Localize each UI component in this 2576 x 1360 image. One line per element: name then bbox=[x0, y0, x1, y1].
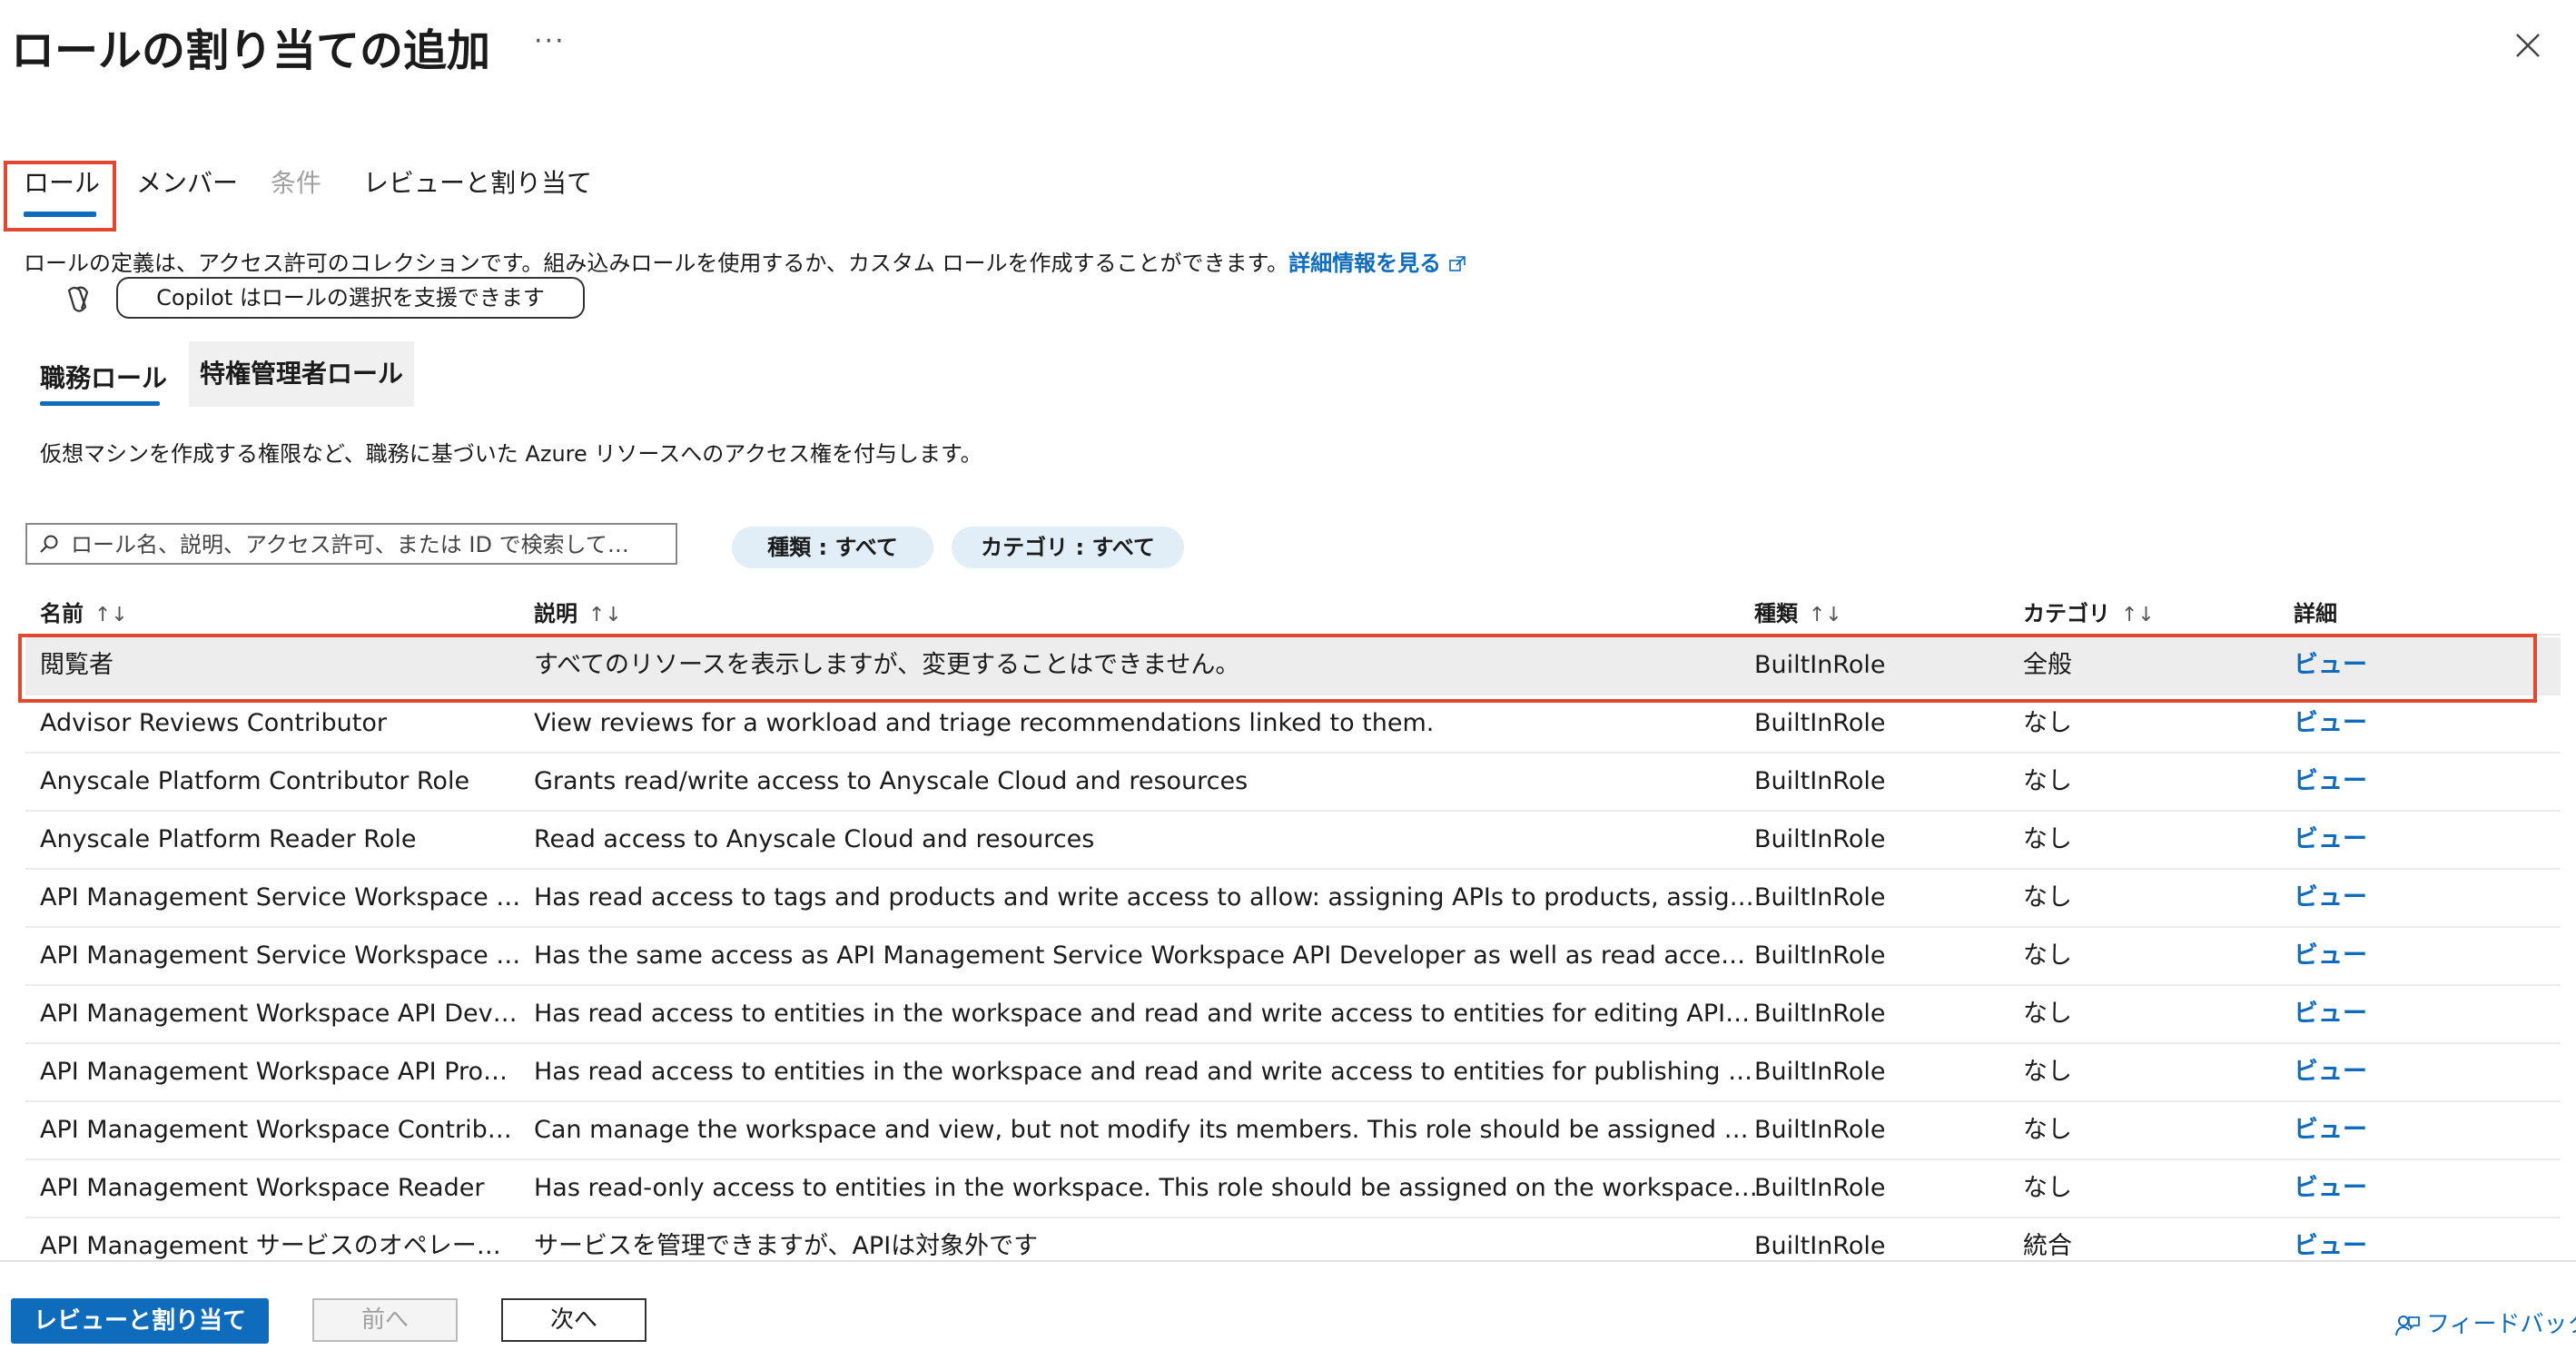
column-header-type[interactable]: 種類 ↑↓ bbox=[1754, 596, 1842, 627]
column-header-description-label: 説明 bbox=[534, 601, 577, 626]
highlight-box-role-tab bbox=[4, 161, 116, 232]
role-description-text: ロールの定義は、アクセス許可のコレクションです。組み込みロールを使用するか、カス… bbox=[24, 251, 1289, 276]
filter-category[interactable]: カテゴリ : すべて bbox=[952, 527, 1184, 568]
table-row[interactable]: API Management Workspace API Develo… Has … bbox=[25, 986, 2561, 1044]
view-details-link[interactable]: ビュー bbox=[2294, 986, 2475, 1042]
table-row[interactable]: API Management Service Workspace API… Has… bbox=[25, 870, 2561, 928]
role-type-cell: BuiltInRole bbox=[1754, 1058, 1886, 1086]
search-input[interactable] bbox=[69, 528, 672, 561]
role-type-cell: BuiltInRole bbox=[1754, 709, 1886, 737]
active-subtab-indicator bbox=[40, 401, 160, 406]
view-details-link[interactable]: ビュー bbox=[2294, 754, 2475, 810]
role-description-cell: View reviews for a workload and triage r… bbox=[534, 709, 1435, 737]
role-name-cell: API Management Workspace API Develo… bbox=[40, 1000, 521, 1028]
view-details-link[interactable]: ビュー bbox=[2294, 870, 2475, 926]
role-name-cell: API Management Workspace API Product… bbox=[40, 1058, 521, 1086]
more-options-button[interactable]: ··· bbox=[534, 25, 566, 57]
tab-job-function-roles[interactable]: 職務ロール bbox=[40, 359, 167, 395]
role-description-cell: Has read-only access to entities in the … bbox=[534, 1174, 1758, 1202]
role-description-cell: Grants read/write access to Anyscale Clo… bbox=[534, 767, 1249, 795]
role-name-cell: API Management Service Workspace API… bbox=[40, 883, 521, 912]
filter-type[interactable]: 種類 : すべて bbox=[732, 527, 933, 568]
view-details-link[interactable]: ビュー bbox=[2294, 928, 2475, 984]
role-category-cell: なし bbox=[2023, 941, 2072, 970]
role-description-cell: Has read access to entities in the works… bbox=[534, 1000, 1758, 1028]
role-description-cell: Can manage the workspace and view, but n… bbox=[534, 1116, 1758, 1144]
tab-privileged-admin-roles[interactable]: 特権管理者ロール bbox=[189, 341, 414, 407]
table-row[interactable]: Advisor Reviews Contributor View reviews … bbox=[25, 695, 2561, 754]
column-header-details: 詳細 bbox=[2294, 601, 2337, 626]
role-category-cell: なし bbox=[2023, 1174, 2072, 1202]
table-row[interactable]: API Management Workspace Contributor Can … bbox=[25, 1102, 2561, 1160]
role-category-cell: なし bbox=[2023, 767, 2072, 795]
footer-bar: レビューと割り当て 前へ 次へ フィードバック bbox=[0, 1260, 2576, 1360]
role-description: ロールの定義は、アクセス許可のコレクションです。組み込みロールを使用するか、カス… bbox=[24, 245, 1466, 277]
role-description-cell: Has read access to entities in the works… bbox=[534, 1058, 1758, 1086]
role-category-cell: なし bbox=[2023, 709, 2072, 737]
view-details-link[interactable]: ビュー bbox=[2294, 1044, 2475, 1100]
role-category-cell: なし bbox=[2023, 1058, 2072, 1086]
role-type-cell: BuiltInRole bbox=[1754, 825, 1886, 853]
table-row[interactable]: API Management Workspace Reader Has read-… bbox=[25, 1160, 2561, 1218]
role-name-cell: Anyscale Platform Reader Role bbox=[40, 825, 417, 853]
sort-icon: ↑↓ bbox=[588, 604, 622, 626]
sort-icon: ↑↓ bbox=[2121, 604, 2155, 626]
role-description-cell: Has the same access as API Management Se… bbox=[534, 941, 1758, 970]
role-name-cell: Anyscale Platform Contributor Role bbox=[40, 767, 470, 795]
column-header-description[interactable]: 説明 ↑↓ bbox=[534, 596, 622, 627]
table-row[interactable]: Anyscale Platform Reader Role Read access… bbox=[25, 812, 2561, 870]
search-icon bbox=[40, 535, 58, 553]
role-type-cell: BuiltInRole bbox=[1754, 1000, 1886, 1028]
role-type-cell: BuiltInRole bbox=[1754, 1116, 1886, 1144]
search-box[interactable] bbox=[25, 523, 677, 565]
feedback-icon bbox=[2395, 1315, 2420, 1335]
column-header-type-label: 種類 bbox=[1754, 601, 1798, 626]
sort-icon: ↑↓ bbox=[94, 604, 128, 626]
feedback-link[interactable]: フィードバック bbox=[2393, 1306, 2576, 1339]
table-row[interactable]: API Management Workspace API Product… Has… bbox=[25, 1044, 2561, 1102]
role-category-cell: なし bbox=[2023, 883, 2072, 912]
tab-review-assign[interactable]: レビューと割り当て bbox=[363, 163, 592, 200]
review-assign-button[interactable]: レビューと割り当て bbox=[11, 1298, 269, 1344]
highlight-box-selected-row bbox=[18, 634, 2537, 703]
role-name-cell: API Management Service Workspace API… bbox=[40, 941, 521, 970]
tab-members[interactable]: メンバー bbox=[136, 163, 238, 200]
subtab-description: 仮想マシンを作成する権限など、職務に基づいた Azure リソースへのアクセス権… bbox=[40, 441, 982, 467]
learn-more-link[interactable]: 詳細情報を見る bbox=[1288, 251, 1441, 276]
role-name-cell: Advisor Reviews Contributor bbox=[40, 709, 387, 737]
column-header-name-label: 名前 bbox=[40, 601, 84, 626]
role-type-cell: BuiltInRole bbox=[1754, 883, 1886, 912]
view-details-link[interactable]: ビュー bbox=[2294, 1160, 2475, 1217]
role-description-cell: Has read access to tags and products and… bbox=[534, 883, 1758, 912]
view-details-link[interactable]: ビュー bbox=[2294, 695, 2475, 752]
table-row[interactable]: Anyscale Platform Contributor Role Grants… bbox=[25, 754, 2561, 812]
view-details-link[interactable]: ビュー bbox=[2294, 1102, 2475, 1158]
previous-button[interactable]: 前へ bbox=[312, 1298, 458, 1342]
sort-icon: ↑↓ bbox=[1809, 604, 1842, 626]
table-row[interactable]: API Management Service Workspace API… Has… bbox=[25, 928, 2561, 986]
tab-conditions[interactable]: 条件 bbox=[271, 163, 321, 200]
role-type-cell: BuiltInRole bbox=[1754, 767, 1886, 795]
column-header-name[interactable]: 名前 ↑↓ bbox=[40, 596, 128, 627]
feedback-label: フィードバック bbox=[2426, 1311, 2576, 1338]
copilot-icon bbox=[60, 281, 96, 318]
role-category-cell: なし bbox=[2023, 1000, 2072, 1028]
role-category-cell: なし bbox=[2023, 825, 2072, 853]
close-button[interactable] bbox=[2510, 27, 2546, 64]
copilot-assist-button[interactable]: Copilot はロールの選択を支援できます bbox=[116, 277, 585, 319]
view-details-link[interactable]: ビュー bbox=[2294, 812, 2475, 868]
next-button[interactable]: 次へ bbox=[501, 1298, 646, 1342]
role-type-cell: BuiltInRole bbox=[1754, 1174, 1886, 1202]
role-name-cell: API Management Workspace Reader bbox=[40, 1174, 485, 1202]
role-description-cell: Read access to Anyscale Cloud and resour… bbox=[534, 825, 1095, 853]
role-type-cell: BuiltInRole bbox=[1754, 941, 1886, 970]
column-header-category[interactable]: カテゴリ ↑↓ bbox=[2023, 596, 2155, 627]
close-icon bbox=[2516, 34, 2540, 57]
column-header-category-label: カテゴリ bbox=[2023, 601, 2110, 626]
role-category-cell: なし bbox=[2023, 1116, 2072, 1144]
external-link-icon bbox=[1448, 256, 1466, 271]
role-name-cell: API Management Workspace Contributor bbox=[40, 1116, 521, 1144]
page-title: ロールの割り当ての追加 bbox=[11, 25, 491, 76]
